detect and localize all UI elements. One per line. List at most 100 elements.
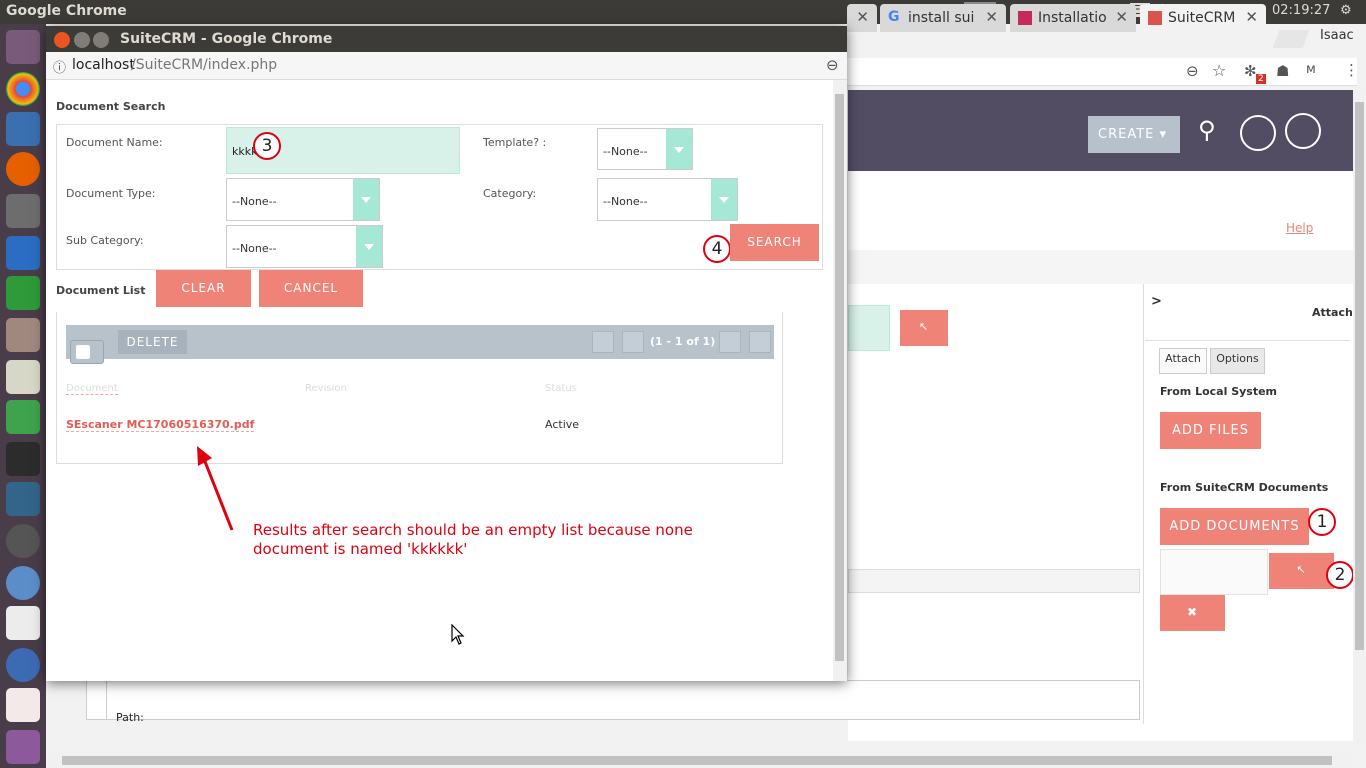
tab-suitecrm[interactable]: SuiteCRM ✕ xyxy=(1140,4,1266,32)
maximize-window-button[interactable] xyxy=(93,32,109,48)
app-title: Google Chrome xyxy=(6,3,127,19)
column-header-revision[interactable]: Revision xyxy=(305,383,347,394)
zoom-icon[interactable]: ⊖ xyxy=(826,56,839,74)
column-header-status[interactable]: Status xyxy=(545,383,577,394)
text-editor-icon[interactable] xyxy=(6,360,40,394)
postgres-icon[interactable] xyxy=(6,482,40,516)
attach-panel-separator xyxy=(1145,340,1350,341)
firefox-icon[interactable] xyxy=(6,152,40,186)
chevron-down-icon[interactable] xyxy=(666,129,692,169)
extension-2-icon[interactable]: ☗ xyxy=(1276,62,1289,80)
background-editor-area xyxy=(86,680,1140,720)
x-app-icon[interactable] xyxy=(6,400,40,434)
settings-gear-icon[interactable]: ⚙ xyxy=(1340,3,1352,18)
background-select-button[interactable]: ↖ xyxy=(900,310,948,346)
document-type-select[interactable]: --None-- xyxy=(226,178,380,221)
extension-3-icon[interactable]: ᴍ xyxy=(1306,62,1316,77)
chevron-down-icon[interactable] xyxy=(711,179,737,220)
calc-icon[interactable] xyxy=(6,276,40,310)
remove-document-button[interactable]: ✖ xyxy=(1160,595,1225,631)
chevron-down-icon[interactable] xyxy=(356,226,382,267)
select-document-button[interactable]: ↖ xyxy=(1269,553,1334,589)
scrollbar-thumb[interactable] xyxy=(835,94,844,661)
files-icon[interactable] xyxy=(6,318,40,352)
template-select[interactable]: --None-- xyxy=(597,128,693,170)
tab-install-suite[interactable]: G install sui ✕ xyxy=(880,4,1006,32)
select-all-checkbox[interactable] xyxy=(70,340,104,364)
terminal-icon[interactable] xyxy=(6,442,40,476)
template-label: Template? : xyxy=(483,136,547,149)
media-player-icon[interactable] xyxy=(6,606,40,640)
first-page-button[interactable] xyxy=(592,331,614,353)
background-teal-input[interactable] xyxy=(848,305,890,351)
background-editor-gutter xyxy=(86,680,107,720)
last-page-button[interactable] xyxy=(749,331,771,353)
document-row-link[interactable]: SEscaner MC17060516370.pdf xyxy=(66,418,255,432)
zoom-icon[interactable]: ⊖ xyxy=(1186,62,1199,80)
popup-vertical-scrollbar[interactable] xyxy=(833,80,847,681)
chrome-menu-icon[interactable]: ⋮ xyxy=(1344,61,1359,79)
popup-address-bar[interactable]: ⓘ localhost /SuiteCRM/index.php ⊖ xyxy=(46,52,847,80)
help-link[interactable]: Help xyxy=(1286,221,1313,235)
attach-panel-toggle[interactable]: > xyxy=(1151,294,1162,309)
launcher-sidebar xyxy=(0,24,46,768)
category-select[interactable]: --None-- xyxy=(597,178,738,221)
chromium-icon[interactable] xyxy=(6,566,40,600)
annotation-4: 4 xyxy=(703,235,731,263)
popup-titlebar: SuiteCRM - Google Chrome xyxy=(46,26,847,52)
bookmark-star-icon[interactable]: ☆ xyxy=(1212,61,1226,80)
category-label: Category: xyxy=(483,187,537,200)
delete-button[interactable]: DELETE xyxy=(118,330,187,354)
brackets-app-icon[interactable] xyxy=(6,112,40,146)
tab-attach[interactable]: Attach xyxy=(1159,348,1207,374)
close-icon[interactable]: ✕ xyxy=(985,8,998,26)
next-page-button[interactable] xyxy=(719,331,741,353)
document-type-label: Document Type: xyxy=(66,187,156,200)
tab-installation[interactable]: Installatio ✕ xyxy=(1010,4,1136,32)
search-icon[interactable]: ⚲ xyxy=(1198,116,1216,144)
remote-app-icon[interactable] xyxy=(6,648,40,682)
minimize-window-button[interactable] xyxy=(74,32,90,48)
notifications-bell-icon[interactable] xyxy=(1240,115,1276,151)
workspaces-icon[interactable] xyxy=(6,730,40,764)
add-files-button[interactable]: ADD FILES xyxy=(1160,412,1261,449)
sub-category-select[interactable]: --None-- xyxy=(226,225,383,268)
close-icon[interactable]: ✕ xyxy=(856,8,869,26)
page-vertical-scrollbar[interactable] xyxy=(1353,90,1366,744)
tab-hidden-x[interactable]: ✕ xyxy=(847,4,877,32)
document-attachment-input[interactable] xyxy=(1160,549,1268,595)
user-profile-label[interactable]: Isaac xyxy=(1320,28,1354,43)
previous-page-button[interactable] xyxy=(622,331,644,353)
column-header-document[interactable]: Document xyxy=(66,383,118,395)
document-type-value: --None-- xyxy=(232,195,277,208)
background-divider xyxy=(848,569,1140,593)
document-search-popup: SuiteCRM - Google Chrome ⓘ localhost /Su… xyxy=(46,26,847,681)
extension-icon[interactable]: ✻ xyxy=(1244,62,1257,80)
add-documents-button[interactable]: ADD DOCUMENTS xyxy=(1160,508,1309,545)
cancel-button[interactable]: CANCEL xyxy=(259,270,363,307)
annotation-3: 3 xyxy=(253,132,281,160)
document-list-title: Document List xyxy=(56,284,146,297)
pagination-info: (1 - 1 of 1) xyxy=(650,335,716,348)
create-button[interactable]: CREATE ▾ xyxy=(1088,116,1180,153)
chevron-down-icon[interactable] xyxy=(353,179,379,220)
writer-icon[interactable] xyxy=(6,236,40,270)
close-icon[interactable]: ✕ xyxy=(1115,8,1128,26)
chrome-icon[interactable] xyxy=(6,72,40,106)
search-button[interactable]: SEARCH xyxy=(730,224,819,261)
close-icon[interactable]: ✕ xyxy=(1245,8,1258,26)
scrollbar-thumb[interactable] xyxy=(1355,102,1364,650)
info-icon[interactable]: ⓘ xyxy=(53,57,66,76)
tab-options[interactable]: Options xyxy=(1210,348,1265,374)
software-updater-icon[interactable] xyxy=(6,524,40,558)
background-section-bar xyxy=(848,250,1353,284)
close-window-button[interactable] xyxy=(54,32,70,48)
screen-recorder-icon[interactable] xyxy=(6,688,40,722)
clock[interactable]: 02:19:27 xyxy=(1272,3,1330,18)
user-avatar-icon[interactable] xyxy=(1285,113,1321,149)
clear-button[interactable]: CLEAR xyxy=(156,270,251,307)
ubuntu-logo-icon[interactable] xyxy=(6,30,40,64)
page-horizontal-scrollbar[interactable] xyxy=(46,752,1353,768)
camera-app-icon[interactable] xyxy=(6,194,40,228)
scrollbar-thumb[interactable] xyxy=(62,756,1332,765)
